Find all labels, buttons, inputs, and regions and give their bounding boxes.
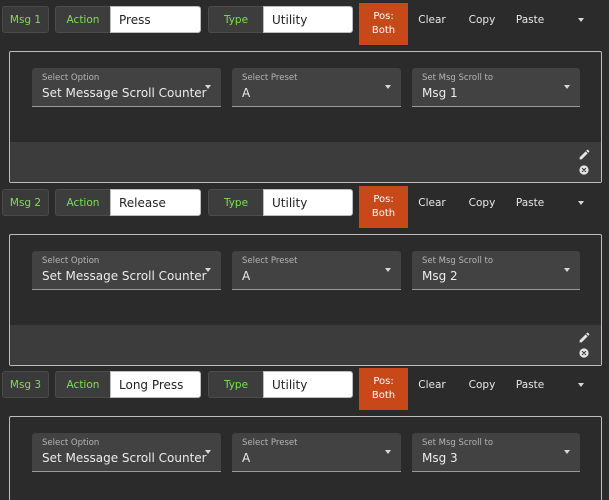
type-label: Type (208, 6, 263, 33)
pencil-icon[interactable] (578, 148, 591, 161)
msg-scroll-value: Msg 3 (422, 451, 458, 465)
select-option-value: Set Message Scroll Counter (42, 451, 207, 465)
chevron-down-icon (564, 268, 570, 272)
chevron-down-icon (385, 85, 391, 89)
msg-scroll-label: Set Msg Scroll to (422, 73, 494, 83)
panel-footer (10, 325, 601, 365)
message-toolbar: Msg 3 Action Long Press Type Utility Pos… (0, 368, 609, 410)
select-preset-value: A (242, 86, 251, 100)
chevron-down-icon (385, 268, 391, 272)
select-preset-label: Select Preset (242, 73, 298, 83)
clear-button[interactable]: Clear (412, 6, 452, 33)
chevron-down-icon (578, 17, 584, 22)
chevron-down-icon (564, 450, 570, 454)
msg-scroll-label: Set Msg Scroll to (422, 438, 494, 448)
menu-dropdown-button[interactable] (570, 189, 592, 216)
select-option-label: Select Option (42, 256, 100, 266)
msg-scroll-value: Msg 2 (422, 269, 458, 283)
paste-button[interactable]: Paste (510, 189, 550, 216)
message-toolbar: Msg 2 Action Release Type Utility Pos: B… (0, 186, 609, 228)
msg-scroll-dropdown[interactable]: Set Msg Scroll to Msg 1 (412, 68, 580, 107)
menu-dropdown-button[interactable] (570, 371, 592, 398)
select-preset-label: Select Preset (242, 438, 298, 448)
position-label: Pos: (373, 194, 394, 205)
select-option-label: Select Option (42, 438, 100, 448)
msg-scroll-label: Set Msg Scroll to (422, 256, 494, 266)
message-settings-panel: Select Option Set Message Scroll Counter… (9, 416, 602, 500)
position-button[interactable]: Pos: Both (359, 368, 408, 410)
chevron-down-icon (578, 382, 584, 387)
select-preset-value: A (242, 269, 251, 283)
position-button[interactable]: Pos: Both (359, 186, 408, 228)
chevron-down-icon (205, 85, 211, 89)
message-badge[interactable]: Msg 3 (2, 371, 49, 398)
message-settings-panel: Select Option Set Message Scroll Counter… (9, 51, 602, 183)
copy-button[interactable]: Copy (460, 189, 504, 216)
chevron-down-icon (205, 268, 211, 272)
action-label: Action (55, 189, 110, 216)
message-badge[interactable]: Msg 2 (2, 189, 49, 216)
action-field[interactable]: Release (110, 189, 201, 216)
panel-footer (10, 142, 601, 182)
type-field[interactable]: Utility (263, 6, 353, 33)
msg-scroll-value: Msg 1 (422, 86, 458, 100)
select-preset-dropdown[interactable]: Select Preset A (232, 251, 401, 290)
clear-button[interactable]: Clear (412, 371, 452, 398)
type-label: Type (208, 371, 263, 398)
close-circle-icon[interactable] (579, 348, 589, 358)
position-button[interactable]: Pos: Both (359, 3, 408, 45)
position-value: Both (371, 25, 396, 36)
position-label: Pos: (373, 11, 394, 22)
action-label: Action (55, 6, 110, 33)
chevron-down-icon (564, 85, 570, 89)
message-block-1: Msg 1 Action Press Type Utility Pos: Bot… (0, 3, 609, 183)
select-preset-label: Select Preset (242, 256, 298, 266)
action-field[interactable]: Press (110, 6, 201, 33)
paste-button[interactable]: Paste (510, 371, 550, 398)
type-field[interactable]: Utility (263, 371, 353, 398)
message-toolbar: Msg 1 Action Press Type Utility Pos: Bot… (0, 3, 609, 45)
select-option-dropdown[interactable]: Select Option Set Message Scroll Counter (32, 251, 221, 290)
message-block-3: Msg 3 Action Long Press Type Utility Pos… (0, 368, 609, 500)
msg-scroll-dropdown[interactable]: Set Msg Scroll to Msg 3 (412, 433, 580, 472)
chevron-down-icon (578, 200, 584, 205)
clear-button[interactable]: Clear (412, 189, 452, 216)
position-value: Both (371, 390, 396, 401)
menu-dropdown-button[interactable] (570, 6, 592, 33)
position-value: Both (371, 208, 396, 219)
action-field[interactable]: Long Press (110, 371, 201, 398)
copy-button[interactable]: Copy (460, 6, 504, 33)
select-option-dropdown[interactable]: Select Option Set Message Scroll Counter (32, 68, 221, 107)
type-field[interactable]: Utility (263, 189, 353, 216)
select-option-dropdown[interactable]: Select Option Set Message Scroll Counter (32, 433, 221, 472)
position-label: Pos: (373, 376, 394, 387)
close-circle-icon[interactable] (579, 165, 589, 175)
message-block-2: Msg 2 Action Release Type Utility Pos: B… (0, 186, 609, 366)
message-badge[interactable]: Msg 1 (2, 6, 49, 33)
chevron-down-icon (205, 450, 211, 454)
select-preset-dropdown[interactable]: Select Preset A (232, 433, 401, 472)
pencil-icon[interactable] (578, 331, 591, 344)
copy-button[interactable]: Copy (460, 371, 504, 398)
chevron-down-icon (385, 450, 391, 454)
select-option-value: Set Message Scroll Counter (42, 269, 207, 283)
select-preset-value: A (242, 451, 251, 465)
message-settings-panel: Select Option Set Message Scroll Counter… (9, 234, 602, 366)
select-option-label: Select Option (42, 73, 100, 83)
action-label: Action (55, 371, 110, 398)
msg-scroll-dropdown[interactable]: Set Msg Scroll to Msg 2 (412, 251, 580, 290)
select-option-value: Set Message Scroll Counter (42, 86, 207, 100)
select-preset-dropdown[interactable]: Select Preset A (232, 68, 401, 107)
paste-button[interactable]: Paste (510, 6, 550, 33)
type-label: Type (208, 189, 263, 216)
